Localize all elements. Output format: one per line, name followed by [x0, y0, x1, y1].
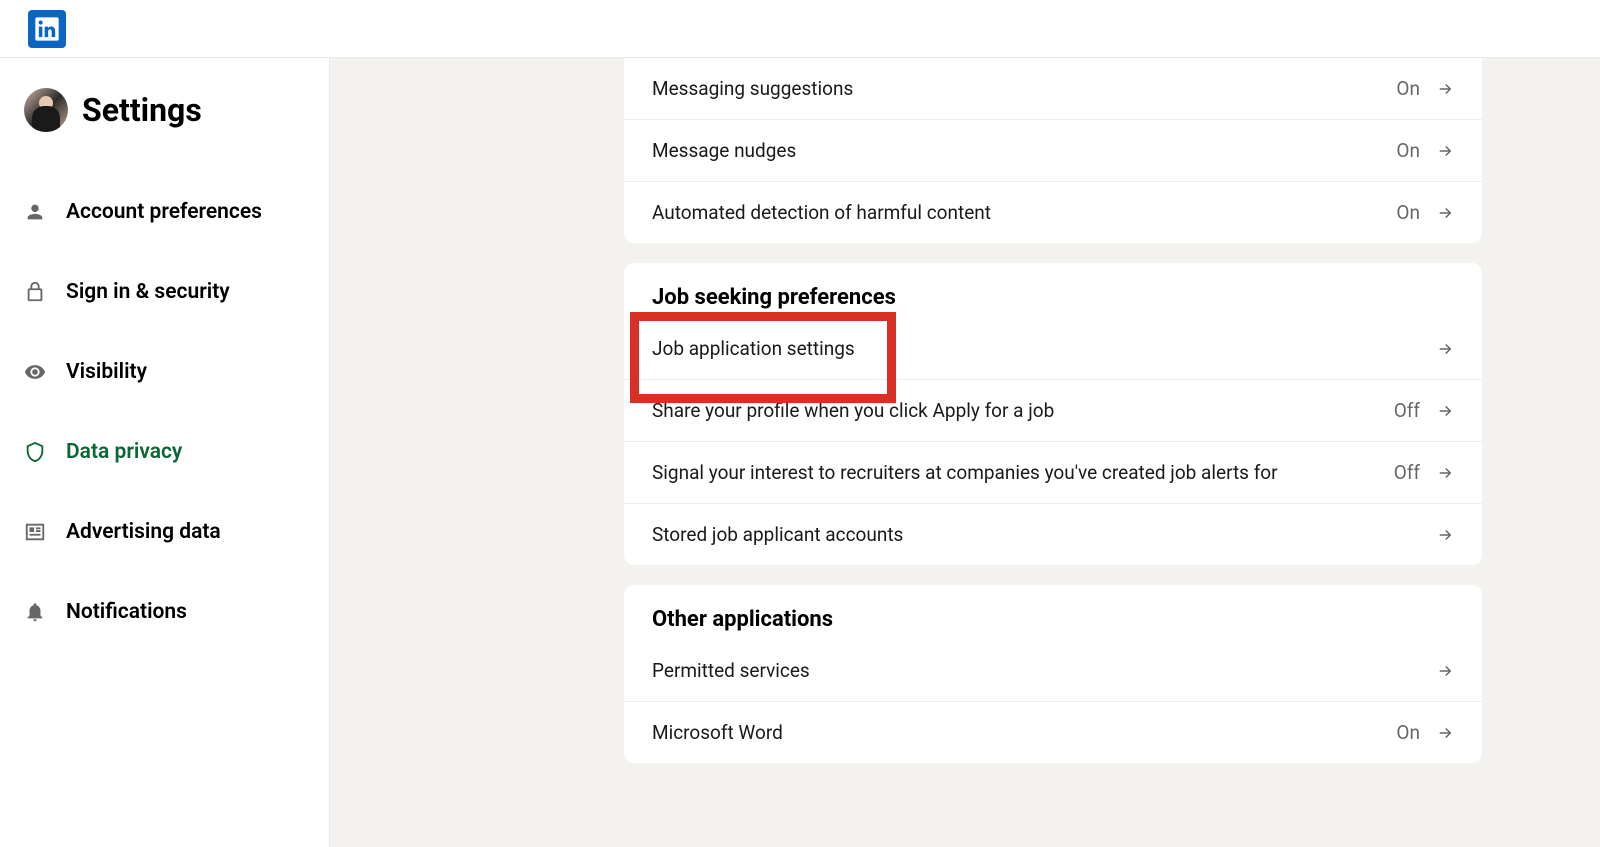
bell-icon: [24, 601, 46, 623]
row-permitted-services[interactable]: Permitted services: [624, 640, 1482, 702]
newspaper-icon: [24, 521, 46, 543]
row-value: On: [1396, 77, 1420, 100]
row-right: [1436, 662, 1454, 680]
row-label: Share your profile when you click Apply …: [652, 399, 1054, 422]
arrow-right-icon: [1436, 464, 1454, 482]
section-messaging: Messaging suggestions On Message nudges …: [624, 58, 1482, 243]
eye-icon: [24, 361, 46, 383]
row-label: Permitted services: [652, 659, 810, 682]
nav-label: Sign in & security: [66, 280, 230, 304]
container: Settings Account preferences Sign in & s…: [0, 58, 1600, 847]
row-messaging-suggestions[interactable]: Messaging suggestions On: [624, 58, 1482, 120]
row-value: Off: [1394, 461, 1420, 484]
nav-advertising-data[interactable]: Advertising data: [24, 492, 329, 572]
nav-label: Account preferences: [66, 200, 262, 224]
row-value: Off: [1394, 399, 1420, 422]
arrow-right-icon: [1436, 662, 1454, 680]
lock-icon: [24, 281, 46, 303]
row-right: Off: [1394, 399, 1454, 422]
nav-sign-in-security[interactable]: Sign in & security: [24, 252, 329, 332]
row-harmful-content-detection[interactable]: Automated detection of harmful content O…: [624, 182, 1482, 243]
row-label: Stored job applicant accounts: [652, 523, 903, 546]
nav-label: Advertising data: [66, 520, 221, 544]
nav-label: Visibility: [66, 360, 147, 384]
nav-label: Data privacy: [66, 440, 182, 464]
row-value: On: [1396, 721, 1420, 744]
section-job-seeking: Job seeking preferences Job application …: [624, 263, 1482, 565]
avatar[interactable]: [24, 88, 68, 132]
arrow-right-icon: [1436, 204, 1454, 222]
row-label: Signal your interest to recruiters at co…: [652, 461, 1278, 484]
shield-icon: [24, 441, 46, 463]
row-right: On: [1396, 721, 1454, 744]
arrow-right-icon: [1436, 526, 1454, 544]
arrow-right-icon: [1436, 80, 1454, 98]
row-right: On: [1396, 139, 1454, 162]
arrow-right-icon: [1436, 142, 1454, 160]
nav-data-privacy[interactable]: Data privacy: [24, 412, 329, 492]
nav-notifications[interactable]: Notifications: [24, 572, 329, 652]
nav-label: Notifications: [66, 600, 187, 624]
header: [0, 0, 1600, 58]
row-right: [1436, 340, 1454, 358]
section-title: Job seeking preferences: [624, 263, 1482, 318]
arrow-right-icon: [1436, 340, 1454, 358]
nav-account-preferences[interactable]: Account preferences: [24, 172, 329, 252]
row-value: On: [1396, 201, 1420, 224]
page-title: Settings: [82, 91, 202, 129]
row-signal-interest-recruiters[interactable]: Signal your interest to recruiters at co…: [624, 442, 1482, 504]
person-icon: [24, 201, 46, 223]
nav-visibility[interactable]: Visibility: [24, 332, 329, 412]
row-microsoft-word[interactable]: Microsoft Word On: [624, 702, 1482, 763]
row-label: Job application settings: [652, 337, 855, 360]
row-value: On: [1396, 139, 1420, 162]
sidebar-header: Settings: [24, 88, 329, 132]
sidebar: Settings Account preferences Sign in & s…: [0, 58, 330, 847]
row-label: Message nudges: [652, 139, 796, 162]
arrow-right-icon: [1436, 724, 1454, 742]
row-right: On: [1396, 77, 1454, 100]
row-right: On: [1396, 201, 1454, 224]
main-content: Messaging suggestions On Message nudges …: [330, 58, 1600, 847]
row-label: Microsoft Word: [652, 721, 783, 744]
content-wrapper: Messaging suggestions On Message nudges …: [624, 58, 1482, 763]
row-right: Off: [1394, 461, 1454, 484]
section-other-applications: Other applications Permitted services Mi…: [624, 585, 1482, 763]
row-stored-job-applicant-accounts[interactable]: Stored job applicant accounts: [624, 504, 1482, 565]
row-message-nudges[interactable]: Message nudges On: [624, 120, 1482, 182]
arrow-right-icon: [1436, 402, 1454, 420]
row-share-profile-apply[interactable]: Share your profile when you click Apply …: [624, 380, 1482, 442]
row-label: Automated detection of harmful content: [652, 201, 991, 224]
row-right: [1436, 526, 1454, 544]
linkedin-logo[interactable]: [28, 10, 66, 48]
section-title: Other applications: [624, 585, 1482, 640]
row-label: Messaging suggestions: [652, 77, 853, 100]
row-job-application-settings[interactable]: Job application settings: [624, 318, 1482, 380]
